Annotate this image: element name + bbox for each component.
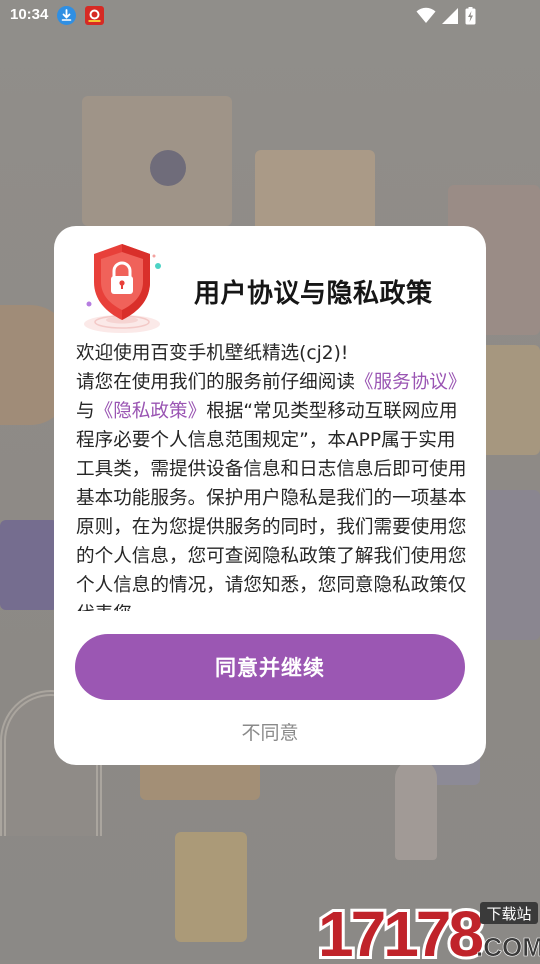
agreement-paragraph: 请您在使用我们的服务前仔细阅读《服务协议》与《隐私政策》根据“常见类型移动互联网… <box>76 368 468 611</box>
watermark-domain: .COM <box>476 932 540 960</box>
background-shape <box>150 150 186 186</box>
privacy-dialog: 用户协议与隐私政策 欢迎使用百变手机壁纸精选(cj2)! 请您在使用我们的服务前… <box>54 226 486 765</box>
watermark-number: 17178 <box>318 898 482 960</box>
cellular-signal-icon <box>442 8 458 24</box>
watermark-tag: 下载站 <box>486 905 531 923</box>
policy-body-text: 根据“常见类型移动互联网应用程序必要个人信息范围规定”，本APP属于实用工具类，… <box>76 401 467 611</box>
download-notification-icon <box>57 6 76 25</box>
app-notification-icon <box>85 6 104 25</box>
background-vase <box>395 760 437 860</box>
privacy-policy-link[interactable]: 《隐私政策》 <box>95 401 207 422</box>
intro-text: 请您在使用我们的服务前仔细阅读 <box>76 372 355 393</box>
dialog-header: 用户协议与隐私政策 <box>54 226 486 334</box>
status-bar: 10:34 <box>0 0 540 32</box>
service-agreement-link[interactable]: 《服务协议》 <box>355 372 467 393</box>
dialog-message: 欢迎使用百变手机壁纸精选(cj2)! 请您在使用我们的服务前仔细阅读《服务协议》… <box>76 339 468 611</box>
battery-charging-icon <box>465 7 476 25</box>
disagree-button[interactable]: 不同意 <box>54 714 486 748</box>
conjunction-text: 与 <box>76 401 95 422</box>
background-shape <box>0 520 58 610</box>
greeting-text: 欢迎使用百变手机壁纸精选(cj2)! <box>76 343 349 364</box>
wifi-icon <box>416 7 436 23</box>
site-watermark-logo: 17178 17178 下载站 .COM <box>315 895 540 964</box>
status-time: 10:34 <box>10 6 49 23</box>
dialog-title: 用户协议与隐私政策 <box>194 279 433 309</box>
shield-lock-icon <box>80 236 170 336</box>
background-shape <box>175 832 247 942</box>
agree-continue-button[interactable]: 同意并继续 <box>75 634 465 700</box>
